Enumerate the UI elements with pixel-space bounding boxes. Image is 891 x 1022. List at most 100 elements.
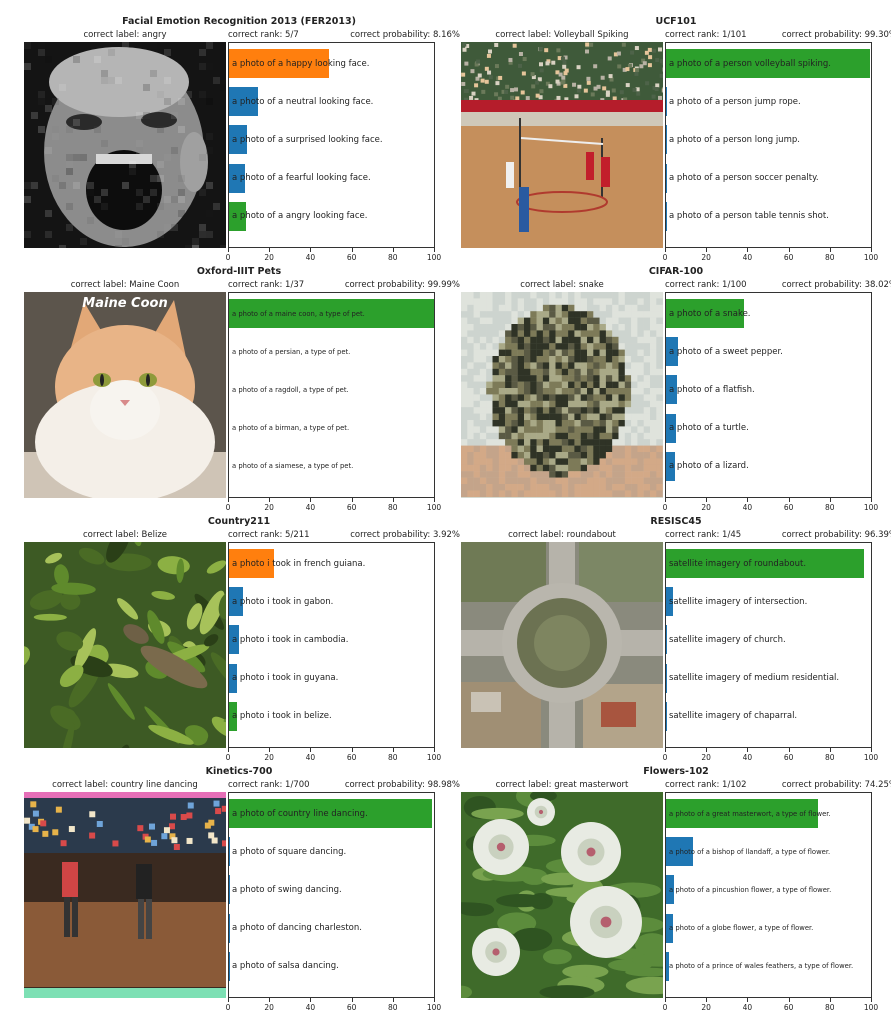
x-tick [788,498,790,502]
x-tick [269,748,271,752]
bar-label: a photo i took in gabon. [232,596,334,607]
x-tick [706,498,708,502]
x-tick [392,498,394,502]
x-tick-label: 100 [863,1003,879,1012]
correct-label: correct label: Volleyball Spiking [495,30,629,40]
bar-label: satellite imagery of church. [669,634,786,645]
x-tick [788,998,790,1002]
correct-label: correct label: great masterwort [495,780,629,790]
correct-rank: correct rank: 1/101 [665,30,747,40]
correct-label: correct label: roundabout [508,530,616,540]
x-tick [310,498,312,502]
panel-title: Facial Emotion Recognition 2013 (FER2013… [122,16,356,27]
correct-probability: correct probability: 98.98% [344,780,460,790]
bar-label: a photo of a person table tennis shot. [669,211,829,222]
panel-6: RESISC45 correct label: roundabout correct… [461,516,891,766]
volleyball-gym-photo-icon [461,42,663,248]
correct-rank: correct rank: 1/102 [665,780,747,790]
x-tick [392,748,394,752]
bar-label: a photo of a surprised looking face. [232,134,383,145]
bar-label: a photo of a angry looking face. [232,211,368,222]
x-tick [228,248,229,252]
x-tick [434,748,435,752]
x-tick [747,498,749,502]
x-tick [871,748,872,752]
x-tick [706,248,708,252]
x-tick-label: 40 [742,253,753,262]
x-tick [665,248,666,252]
x-tick-label: 80 [388,753,398,762]
x-tick-label: 60 [783,253,794,262]
bar-label: satellite imagery of medium residential. [669,673,840,684]
jungle-lizard-photo-icon [24,542,226,748]
x-tick-label: 80 [825,503,835,512]
bar-label: a photo of a turtle. [669,423,749,434]
correct-rank: correct rank: 1/37 [228,280,305,290]
panel-3: Oxford-IIIT Pets correct label: Maine Coo… [24,266,460,516]
panel-title: RESISC45 [650,516,702,527]
x-tick-label: 100 [863,503,879,512]
x-tick-label: 0 [662,253,668,262]
x-tick [434,998,435,1002]
x-tick-label: 60 [346,753,357,762]
x-tick [665,498,666,502]
x-tick [829,498,831,502]
bar-label: satellite imagery of chaparral. [669,711,798,722]
bar-chart: a photo of a happy looking face. a photo … [228,42,435,248]
bar-label: a photo of swing dancing. [232,884,342,895]
pixelated-snake-photo-icon [461,292,663,498]
x-tick [706,998,708,1002]
x-tick [788,748,790,752]
x-tick-label: 80 [388,503,398,512]
x-tick-label: 80 [825,253,835,262]
panel-title: Kinetics-700 [205,766,273,777]
bar-label: a photo i took in french guiana. [232,558,366,569]
bar-label: a photo of a maine coon, a type of pet. [232,309,365,318]
x-tick-label: 80 [825,753,835,762]
x-tick-label: 40 [742,1003,753,1012]
x-tick [829,248,831,252]
x-tick-label: 20 [701,1003,711,1012]
x-tick-label: 0 [225,253,231,262]
white-flowers-photo-icon [461,792,663,998]
x-tick [434,498,435,502]
clip-zero-shot-figure: Facial Emotion Recognition 2013 (FER2013… [0,0,891,1022]
panel-title: CIFAR-100 [648,266,704,277]
bar-label: a photo i took in cambodia. [232,634,349,645]
bar-label: a photo of a snake. [669,308,751,319]
x-tick-label: 40 [305,503,316,512]
bar-chart: satellite imagery of roundabout. satellit… [665,542,872,748]
correct-probability: correct probability: 8.16% [350,30,460,40]
x-tick-label: 40 [305,1003,316,1012]
correct-rank: correct rank: 1/45 [665,530,742,540]
bar-label: a photo of a persian, a type of pet. [232,347,351,356]
correct-rank: correct rank: 1/700 [228,780,310,790]
x-tick-label: 20 [701,753,711,762]
image-caption: Maine Coon [82,296,168,311]
x-tick [228,498,229,502]
bar-label: a photo i took in belize. [232,711,332,722]
correct-probability: correct probability: 74.25% [781,780,891,790]
x-tick-label: 20 [701,253,711,262]
bar-label: a photo of dancing charleston. [232,923,362,934]
x-tick [351,748,353,752]
x-tick-label: 100 [426,253,442,262]
x-tick-label: 0 [225,503,231,512]
x-tick [310,998,312,1002]
correct-label: correct label: Maine Coon [70,280,180,290]
bar-label: a photo i took in guyana. [232,673,339,684]
dancing-hall-photo-icon [24,792,226,998]
correct-probability: correct probability: 3.92% [350,530,460,540]
face-photo-icon [24,42,226,248]
panel-7: Kinetics-700 correct label: country line … [24,766,460,1016]
x-tick-label: 20 [264,753,274,762]
x-tick-label: 0 [662,1003,668,1012]
bar-chart: a photo i took in french guiana. a photo … [228,542,435,748]
bar-label: a photo of a great masterwort, a type of… [669,809,831,818]
bar-label: a photo of a birman, a type of pet. [232,424,350,433]
x-tick [871,998,872,1002]
aerial-roundabout-photo-icon [461,542,663,748]
bar-label: a photo of a prince of wales feathers, a… [669,962,854,971]
bar-label: a photo of a happy looking face. [232,58,370,69]
x-tick [392,248,394,252]
